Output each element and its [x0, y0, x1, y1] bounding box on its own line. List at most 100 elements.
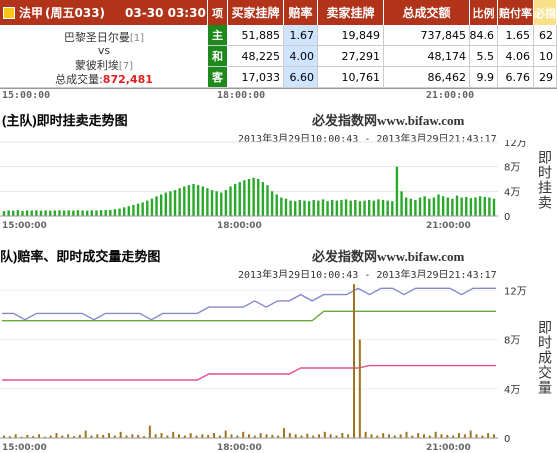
panel1-vlabel: 即时挂卖 — [536, 150, 552, 210]
x-tick-label: 15:00:00 — [2, 221, 47, 230]
bar — [109, 209, 112, 216]
volume-bar — [358, 339, 361, 438]
bar — [428, 198, 431, 216]
volume-bar — [417, 433, 420, 438]
bar — [423, 196, 426, 216]
bar — [395, 166, 399, 216]
y-tick-label: 8万 — [504, 336, 520, 347]
cell-payout: 1.65 — [498, 25, 534, 46]
bar — [155, 196, 158, 216]
menu-icon[interactable] — [3, 6, 15, 19]
bar — [201, 186, 204, 216]
panel2-brand: 必发指数网www.bifaw.com — [312, 249, 465, 264]
bar — [164, 192, 167, 216]
volume-bar — [463, 434, 466, 438]
volume-bar — [67, 434, 70, 438]
bar — [465, 196, 468, 216]
cell-total: 86,462 — [384, 67, 470, 88]
volume-bar — [230, 434, 233, 438]
volume-bar — [259, 433, 262, 438]
row-tab[interactable]: 客 — [208, 67, 228, 88]
match-code: (周五033) — [45, 6, 106, 20]
bar — [252, 177, 255, 216]
bar — [90, 210, 94, 216]
bar — [344, 199, 348, 216]
cell-buy: 48,225 — [228, 46, 284, 67]
bar — [187, 185, 191, 216]
volume-bar — [493, 434, 495, 438]
cell-total: 48,174 — [384, 46, 470, 67]
bar — [99, 210, 103, 216]
match-info: 巴黎圣日尔曼[1] vs 蒙彼利埃[7] 总成交量:872,481 — [0, 25, 208, 88]
y-tick-label: 4万 — [504, 385, 520, 396]
bar — [95, 210, 98, 216]
bar — [270, 191, 274, 216]
bar — [483, 196, 486, 216]
volume-bar — [201, 434, 204, 438]
bar — [44, 210, 47, 216]
bar — [21, 211, 24, 216]
bar — [173, 190, 177, 216]
top-axis-tick: 21:00:00 — [426, 90, 475, 101]
volume-bar — [399, 434, 402, 438]
bar — [81, 210, 84, 216]
panel1-title: (主队)即时挂卖走势图 — [2, 113, 128, 128]
bar — [335, 200, 339, 216]
panel1-chart: 12万 8万 4万 0 15:00:00 18:00:00 21:00:00 — [0, 140, 527, 230]
bar — [326, 201, 329, 216]
cell-ratio: 9.9 — [470, 67, 498, 88]
volume-bar — [294, 434, 297, 438]
volume-bar — [423, 434, 425, 438]
bar — [72, 210, 75, 216]
bar — [224, 190, 228, 216]
bar — [331, 199, 334, 216]
bar — [446, 197, 449, 216]
cell-payout: 6.76 — [498, 67, 534, 88]
bar — [391, 201, 394, 216]
bar — [39, 210, 43, 216]
bar — [206, 188, 209, 216]
cell-sell: 10,761 — [318, 67, 384, 88]
bar — [2, 211, 6, 216]
bar — [62, 210, 66, 216]
row-tab[interactable]: 主 — [208, 25, 228, 46]
volume-bar — [131, 434, 134, 438]
volume-bar — [283, 428, 285, 438]
row-tab[interactable]: 和 — [208, 46, 228, 67]
volume-bar — [38, 434, 40, 438]
bar — [349, 200, 352, 216]
volume-bar — [154, 434, 157, 438]
bar — [118, 208, 121, 216]
bar — [141, 202, 144, 216]
volume-bar — [55, 433, 58, 438]
bar — [460, 197, 463, 216]
cell-extra: 62 — [534, 25, 557, 46]
volume-bar — [323, 431, 326, 438]
x-tick-label: 21:00:00 — [426, 221, 471, 230]
bar — [294, 201, 297, 216]
bar — [432, 197, 436, 216]
bar — [247, 179, 251, 216]
volume-bar — [364, 431, 367, 438]
bar — [488, 197, 491, 216]
bar — [275, 194, 278, 216]
bar — [340, 199, 343, 216]
bar — [192, 183, 195, 216]
volume-bar — [242, 431, 245, 438]
volume-bar — [189, 433, 192, 438]
bar — [441, 196, 445, 216]
bar — [400, 191, 403, 216]
bar — [261, 182, 265, 216]
bar — [280, 197, 283, 216]
y-tick-label: 12万 — [504, 286, 527, 297]
cell-extra: 10 — [534, 46, 557, 67]
bar — [372, 200, 376, 216]
home-team[interactable]: 巴黎圣日尔曼 — [64, 31, 130, 44]
volume-bar — [248, 434, 250, 438]
league-header: 法甲 (周五033) 03-30 03:30 — [0, 0, 208, 25]
bar — [238, 182, 241, 216]
bar — [437, 194, 440, 216]
bar — [16, 210, 20, 216]
y-tick-label: 8万 — [504, 163, 520, 174]
volume-bar — [172, 431, 175, 438]
